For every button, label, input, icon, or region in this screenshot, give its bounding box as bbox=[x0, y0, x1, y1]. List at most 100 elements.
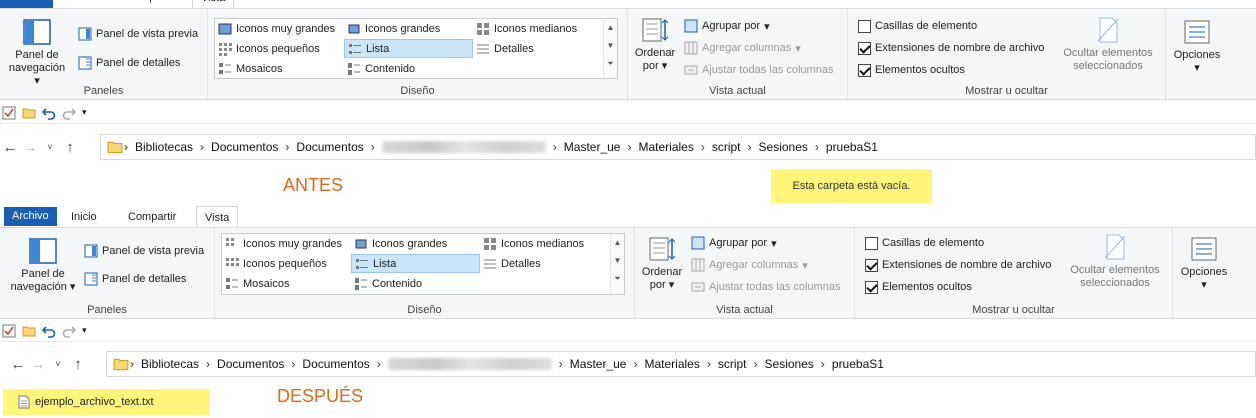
forward-icon[interactable]: → bbox=[20, 139, 40, 156]
breadcrumb-master[interactable]: Master_ue bbox=[558, 140, 627, 154]
forward-icon[interactable]: → bbox=[28, 356, 48, 373]
file-extensions-toggle[interactable]: Extensiones de nombre de archivo bbox=[858, 39, 1044, 57]
hide-selected-button[interactable]: Ocultar elementos seleccionados bbox=[1056, 17, 1160, 73]
layout-medium-icons[interactable]: Iconos medianos bbox=[473, 19, 603, 38]
preview-pane-button[interactable]: Panel de vista previa bbox=[84, 242, 204, 260]
breadcrumb-script[interactable]: script bbox=[712, 357, 753, 371]
details-pane-button[interactable]: Panel de detalles bbox=[84, 270, 186, 288]
sort-by-button[interactable]: Ordenar por ▾ bbox=[637, 236, 687, 292]
tab-file[interactable]: Archivo bbox=[0, 0, 53, 8]
hidden-items-checkbox[interactable] bbox=[858, 63, 871, 77]
breadcrumb-documents-2[interactable]: Documentos bbox=[296, 357, 375, 371]
preview-pane-button[interactable]: Panel de vista previa bbox=[78, 25, 198, 43]
breadcrumb-materials[interactable]: Materiales bbox=[638, 357, 705, 371]
hidden-items-toggle[interactable]: Elementos ocultos bbox=[865, 278, 972, 296]
back-icon[interactable]: ← bbox=[0, 139, 20, 156]
fit-columns-button[interactable]: Ajustar todas las columnas bbox=[684, 61, 833, 79]
customize-toolbar-icon[interactable]: ▾ bbox=[82, 107, 87, 118]
breadcrumb-sessions[interactable]: Sesiones bbox=[759, 357, 820, 371]
properties-icon[interactable] bbox=[2, 106, 16, 120]
layout-scrollbar[interactable]: ▲ ▼ ⏷ bbox=[603, 19, 617, 78]
file-extensions-checkbox[interactable] bbox=[865, 258, 878, 272]
file-extensions-toggle[interactable]: Extensiones de nombre de archivo bbox=[865, 256, 1051, 274]
breadcrumb-script[interactable]: script bbox=[706, 140, 747, 154]
recent-locations-icon[interactable]: ˅ bbox=[40, 142, 60, 152]
layout-extra-large-icons[interactable]: Iconos muy grandes bbox=[215, 19, 344, 38]
scroll-down-icon[interactable]: ▼ bbox=[604, 37, 617, 55]
file-list-item[interactable]: ejemplo_archivo_text.txt bbox=[3, 389, 210, 415]
layout-large-icons[interactable]: Iconos grandes bbox=[351, 234, 480, 253]
more-options-icon[interactable]: ⏷ bbox=[604, 55, 617, 73]
item-checkboxes-toggle[interactable]: Casillas de elemento bbox=[858, 17, 977, 35]
properties-icon[interactable] bbox=[2, 324, 16, 338]
breadcrumb-current-folder[interactable]: pruebaS1 bbox=[826, 357, 890, 371]
layout-medium-icons[interactable]: Iconos medianos bbox=[480, 234, 610, 253]
recent-locations-icon[interactable]: ˅ bbox=[48, 359, 68, 369]
group-by-button[interactable]: Agrupar por ▾ bbox=[684, 17, 770, 35]
layout-large-icons[interactable]: Iconos grandes bbox=[344, 19, 473, 38]
layout-tiles[interactable]: Mosaicos bbox=[215, 59, 344, 78]
layout-tiles[interactable]: Mosaicos bbox=[222, 274, 351, 293]
tab-home[interactable]: Inicio bbox=[57, 0, 99, 8]
layout-details[interactable]: Detalles bbox=[480, 254, 610, 273]
file-extensions-checkbox[interactable] bbox=[858, 41, 871, 55]
redo-icon[interactable] bbox=[62, 324, 76, 338]
tab-share[interactable]: Compartir bbox=[120, 206, 184, 228]
layout-list[interactable]: Lista bbox=[351, 254, 480, 273]
tab-view[interactable]: Vista bbox=[196, 206, 239, 228]
scroll-down-icon[interactable]: ▼ bbox=[611, 252, 624, 270]
layout-small-icons[interactable]: Iconos pequeños bbox=[222, 254, 351, 273]
breadcrumb-documents-2[interactable]: Documentos bbox=[290, 140, 369, 154]
more-options-icon[interactable]: ⏷ bbox=[611, 270, 624, 288]
add-columns-button[interactable]: Agregar columnas ▾ bbox=[684, 39, 801, 57]
item-checkboxes-checkbox[interactable] bbox=[865, 236, 878, 250]
redo-icon[interactable] bbox=[62, 106, 76, 120]
address-bar[interactable]: › Bibliotecas › Documentos › Documentos › ›… bbox=[106, 351, 1256, 377]
details-pane-button[interactable]: Panel de detalles bbox=[78, 54, 180, 72]
hidden-items-checkbox[interactable] bbox=[865, 280, 878, 294]
sort-by-button[interactable]: Ordenar por ▾ bbox=[630, 17, 680, 73]
undo-icon[interactable] bbox=[42, 324, 56, 338]
options-button[interactable]: Opciones ▾ bbox=[1177, 236, 1231, 292]
layout-content[interactable]: Contenido bbox=[344, 59, 473, 78]
up-icon[interactable]: ↑ bbox=[68, 356, 88, 373]
tab-view[interactable]: Vista bbox=[192, 0, 235, 8]
breadcrumb-master[interactable]: Master_ue bbox=[564, 357, 633, 371]
breadcrumb-materials[interactable]: Materiales bbox=[632, 140, 699, 154]
navigation-pane-button[interactable]: Panel de navegación ▾ bbox=[10, 238, 76, 294]
breadcrumb-current-folder[interactable]: pruebaS1 bbox=[820, 140, 884, 154]
layout-content[interactable]: Contenido bbox=[351, 274, 480, 293]
up-icon[interactable]: ↑ bbox=[60, 139, 80, 156]
options-button[interactable]: Opciones ▾ bbox=[1170, 19, 1224, 75]
address-bar[interactable]: › Bibliotecas › Documentos › Documentos › ›… bbox=[100, 134, 1256, 160]
breadcrumb-separator[interactable]: › bbox=[376, 357, 382, 371]
tab-home[interactable]: Inicio bbox=[63, 206, 105, 228]
item-checkboxes-toggle[interactable]: Casillas de elemento bbox=[865, 234, 984, 252]
back-icon[interactable]: ← bbox=[8, 356, 28, 373]
hide-selected-button[interactable]: Ocultar elementos seleccionados bbox=[1063, 234, 1167, 290]
scroll-up-icon[interactable]: ▲ bbox=[604, 19, 617, 37]
layout-small-icons[interactable]: Iconos pequeños bbox=[215, 39, 344, 58]
breadcrumb-libraries[interactable]: Bibliotecas bbox=[135, 357, 205, 371]
add-columns-button[interactable]: Agregar columnas ▾ bbox=[691, 256, 808, 274]
customize-toolbar-icon[interactable]: ▾ bbox=[82, 325, 87, 336]
breadcrumb-libraries[interactable]: Bibliotecas bbox=[129, 140, 199, 154]
tab-share[interactable]: Compartir bbox=[118, 0, 182, 8]
fit-columns-button[interactable]: Ajustar todas las columnas bbox=[691, 278, 840, 296]
navigation-pane-button[interactable]: Panel de navegación ▾ bbox=[6, 19, 68, 88]
layout-list[interactable]: Lista bbox=[344, 39, 473, 58]
scroll-up-icon[interactable]: ▲ bbox=[611, 234, 624, 252]
new-folder-icon[interactable] bbox=[22, 324, 36, 338]
layout-extra-large-icons[interactable]: Iconos muy grandes bbox=[222, 234, 351, 253]
new-folder-icon[interactable] bbox=[22, 106, 36, 120]
breadcrumb-documents[interactable]: Documentos bbox=[211, 357, 290, 371]
tab-file[interactable]: Archivo bbox=[4, 207, 57, 226]
layout-scrollbar[interactable]: ▲ ▼ ⏷ bbox=[610, 234, 624, 294]
breadcrumb-sessions[interactable]: Sesiones bbox=[753, 140, 814, 154]
hidden-items-toggle[interactable]: Elementos ocultos bbox=[858, 61, 965, 79]
group-by-button[interactable]: Agrupar por ▾ bbox=[691, 234, 777, 252]
layout-details[interactable]: Detalles bbox=[473, 39, 603, 58]
breadcrumb-separator[interactable]: › bbox=[370, 140, 376, 154]
item-checkboxes-checkbox[interactable] bbox=[858, 19, 871, 33]
breadcrumb-documents[interactable]: Documentos bbox=[205, 140, 284, 154]
